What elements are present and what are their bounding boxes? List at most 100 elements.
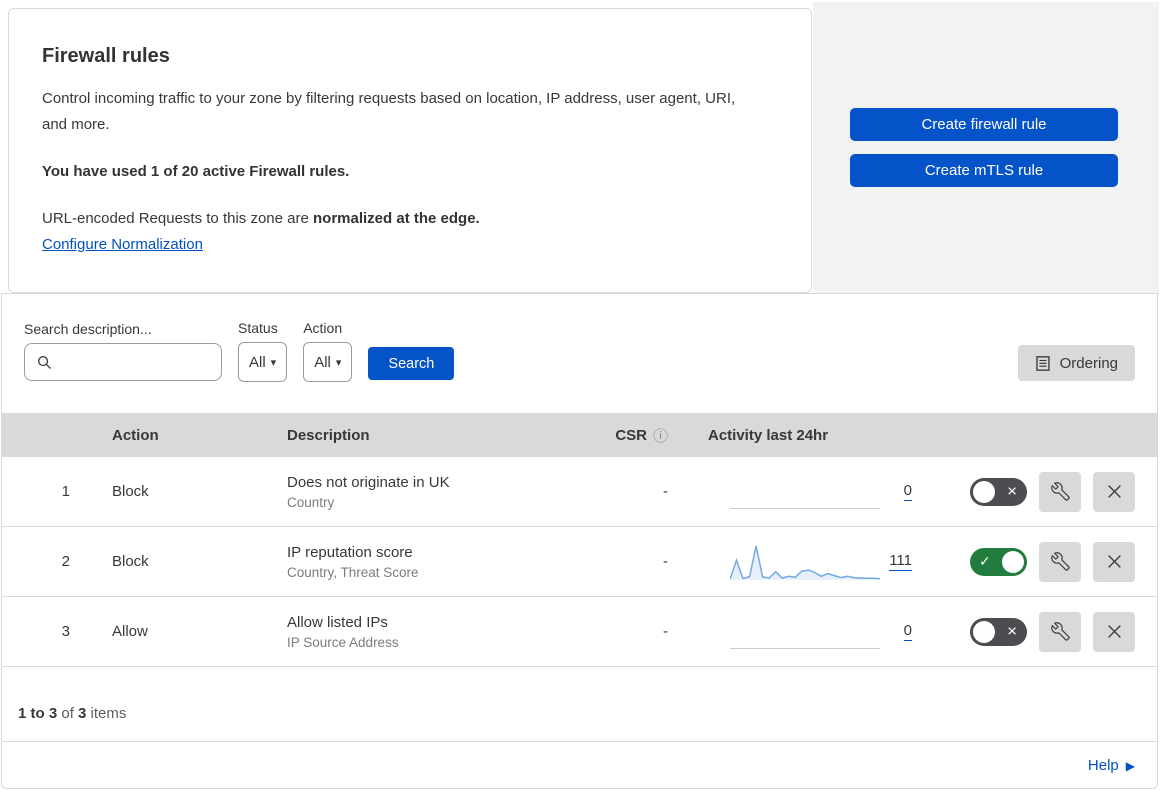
firewall-rules-page: Firewall rules Control incoming traffic … (0, 0, 1161, 791)
close-icon (1107, 625, 1121, 638)
activity-count-link[interactable]: 111 (889, 552, 912, 571)
activity-count-link[interactable]: 0 (903, 482, 912, 501)
ordering-button[interactable]: Ordering (1017, 345, 1135, 381)
items-of: of (57, 705, 79, 722)
header-action: Action (112, 426, 159, 444)
search-icon (38, 355, 51, 369)
rule-action: Block (112, 553, 149, 570)
chevron-down-icon: ▾ (335, 356, 342, 369)
filter-controls: Search description... Status All ▾ Actio… (24, 320, 1135, 382)
wrench-icon (1050, 552, 1070, 571)
table-row: 2 Block IP reputation score Country, Thr… (2, 527, 1157, 597)
delete-rule-button[interactable] (1093, 611, 1135, 652)
usage-notice: You have used 1 of 20 active Firewall ru… (42, 163, 350, 180)
chevron-down-icon: ▾ (270, 356, 277, 369)
page-description: Control incoming traffic to your zone by… (42, 90, 736, 133)
table-row: 3 Allow Allow listed IPs IP Source Addre… (2, 597, 1157, 667)
table-row: 1 Block Does not originate in UK Country… (2, 457, 1157, 527)
header-csr: CSR ⓘ (575, 425, 680, 446)
rule-action: Block (112, 483, 149, 500)
x-icon: × (1007, 481, 1017, 501)
search-input-wrapper (24, 343, 222, 381)
items-summary: 1 to 3 of 3 items (2, 667, 1157, 741)
action-filter-group: Action All ▾ (303, 320, 353, 382)
header-csr-label: CSR (615, 426, 647, 444)
rule-priority: 1 (61, 483, 70, 500)
filter-bar: Search description... Status All ▾ Actio… (2, 294, 1157, 413)
edit-rule-button[interactable] (1039, 541, 1081, 582)
toggle-knob (1002, 550, 1024, 573)
normalization-bold: normalized at the edge. (313, 210, 480, 227)
rule-activity-cell: 0 (680, 612, 927, 652)
items-range: 1 to 3 (18, 705, 58, 722)
header-description: Description (287, 426, 370, 444)
close-icon (1107, 485, 1121, 498)
search-group: Search description... (24, 321, 222, 382)
action-label: Action (303, 320, 343, 336)
rule-criteria: IP Source Address (287, 634, 399, 650)
activity-sparkline (730, 472, 880, 512)
items-word: items (86, 705, 127, 722)
status-dropdown[interactable]: All ▾ (238, 342, 288, 382)
create-firewall-rule-label: Create firewall rule (921, 116, 1047, 133)
x-icon: × (1007, 621, 1017, 641)
rule-controls: ✓ × (927, 471, 1157, 512)
activity-count-link[interactable]: 0 (903, 622, 912, 641)
rule-csr-value: - (663, 483, 668, 500)
toggle-knob (973, 620, 995, 643)
search-input[interactable] (60, 344, 221, 380)
search-label: Search description... (24, 321, 152, 337)
delete-rule-button[interactable] (1093, 471, 1135, 512)
help-link[interactable]: Help (1088, 757, 1119, 774)
rule-priority: 3 (61, 623, 70, 640)
status-value: All (249, 353, 266, 371)
rule-enabled-toggle[interactable]: ✓ × (970, 547, 1027, 576)
rule-description-cell: IP reputation score Country, Threat Scor… (245, 544, 575, 580)
rule-action: Allow (112, 623, 148, 640)
rule-criteria: Country, Threat Score (287, 564, 419, 580)
close-icon (1107, 555, 1121, 568)
delete-rule-button[interactable] (1093, 541, 1135, 582)
ordering-label: Ordering (1059, 354, 1118, 372)
search-button[interactable]: Search (368, 347, 455, 380)
action-value: All (314, 353, 331, 371)
activity-sparkline (730, 542, 880, 582)
intro-card: Firewall rules Control incoming traffic … (8, 8, 812, 293)
create-firewall-rule-button[interactable]: Create firewall rule (850, 108, 1118, 141)
rule-activity-cell: 111 (680, 542, 927, 582)
table-header-row: Action Description CSR ⓘ Activity last 2… (2, 413, 1157, 457)
rules-list-card: Search description... Status All ▾ Actio… (1, 293, 1158, 789)
rule-description-cell: Allow listed IPs IP Source Address (245, 614, 575, 650)
toggle-knob (973, 480, 995, 503)
wrench-icon (1050, 482, 1070, 501)
create-mtls-rule-button[interactable]: Create mTLS rule (850, 154, 1118, 187)
edit-rule-button[interactable] (1039, 471, 1081, 512)
rule-controls: ✓ × (927, 611, 1157, 652)
actions-panel: Create firewall rule Create mTLS rule (813, 2, 1159, 293)
rule-enabled-toggle[interactable]: ✓ × (970, 617, 1027, 646)
normalization-text: URL-encoded Requests to this zone are (42, 210, 309, 227)
zero-activity-line (730, 647, 880, 649)
action-dropdown[interactable]: All ▾ (303, 342, 353, 382)
arrow-right-icon: ▶ (1125, 758, 1135, 773)
info-icon[interactable]: ⓘ (653, 425, 668, 446)
header-activity: Activity last 24hr (708, 426, 829, 444)
check-icon: ✓ (979, 552, 991, 569)
rule-description: Does not originate in UK (287, 473, 450, 491)
edit-rule-button[interactable] (1039, 611, 1081, 652)
rule-controls: ✓ × (927, 541, 1157, 582)
help-row: Help ▶ (2, 741, 1157, 789)
list-document-icon (1035, 355, 1050, 371)
rule-description: Allow listed IPs (287, 613, 388, 631)
rule-activity-cell: 0 (680, 472, 927, 512)
wrench-icon (1050, 622, 1070, 641)
rule-csr-value: - (663, 553, 668, 570)
create-mtls-rule-label: Create mTLS rule (924, 162, 1044, 179)
configure-normalization-link[interactable]: Configure Normalization (42, 236, 203, 253)
normalization-line: URL-encoded Requests to this zone are no… (42, 210, 761, 227)
rule-description-cell: Does not originate in UK Country (245, 474, 575, 510)
rule-description: IP reputation score (287, 543, 413, 561)
rule-criteria: Country (287, 494, 335, 510)
rule-enabled-toggle[interactable]: ✓ × (970, 477, 1027, 506)
rule-priority: 2 (61, 553, 70, 570)
